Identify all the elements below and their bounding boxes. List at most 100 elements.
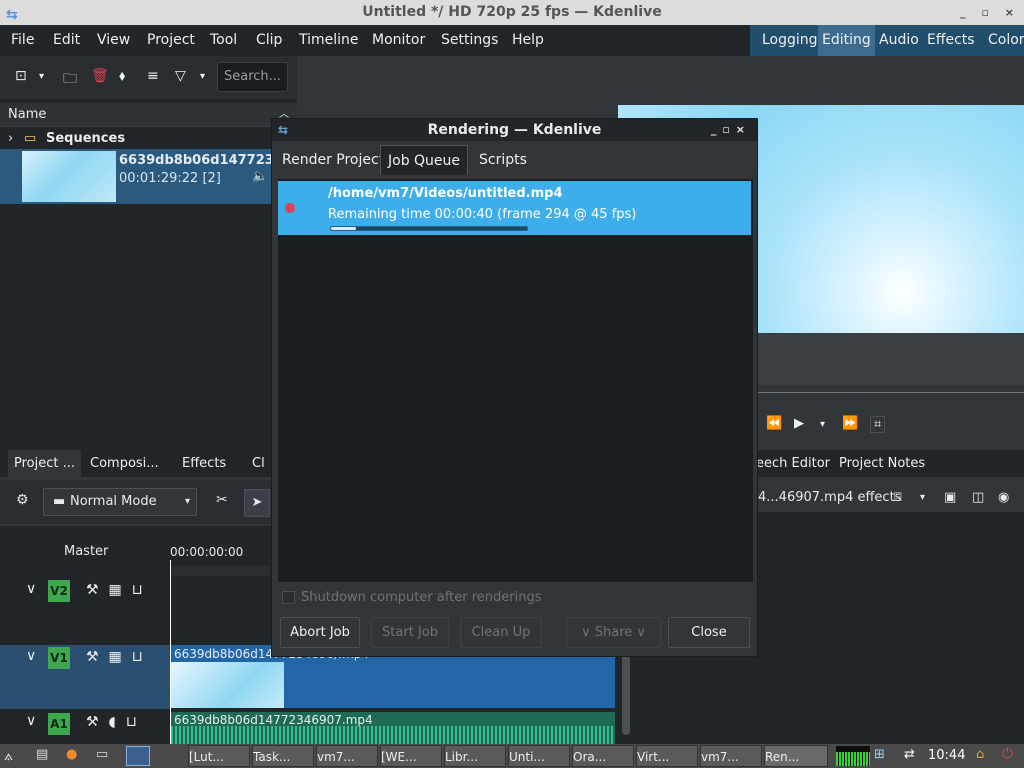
close-dialog-button[interactable]: Close (668, 617, 750, 648)
maximize-button[interactable]: ▫ (981, 6, 994, 19)
track-controls[interactable]: ⚒▦⊔ (86, 582, 153, 598)
track-label[interactable]: A1 (48, 713, 70, 735)
timeline-ruler[interactable] (170, 566, 270, 576)
tab-clip[interactable]: Cl (246, 450, 271, 477)
show-desktop-icon[interactable]: ▭ (96, 747, 108, 762)
task-6[interactable]: Unti... (508, 745, 570, 767)
tab-scripts[interactable]: Scripts (472, 145, 534, 175)
network-icon[interactable]: ⊞ (874, 747, 885, 762)
tab-effects[interactable]: Effects (176, 450, 232, 477)
list-view-icon[interactable]: ≡ (147, 68, 159, 84)
workspace-switcher[interactable] (126, 746, 150, 766)
task-7[interactable]: Ora... (572, 745, 634, 767)
menu-file[interactable]: File (11, 25, 34, 56)
shutdown-checkbox[interactable]: Shutdown computer after renderings (282, 590, 542, 605)
updates-icon[interactable]: ⌂ (976, 747, 984, 762)
bin-column-header[interactable]: Name ︿ (0, 103, 297, 127)
collapse-arrow-icon[interactable]: ∨ (26, 648, 36, 664)
split-view-icon[interactable]: ◫ (972, 484, 984, 512)
tab-project-notes[interactable]: Project Notes (833, 450, 931, 477)
window-controls[interactable]: _ ▫ × (960, 0, 1020, 25)
tag-icon[interactable]: ⬧ (119, 68, 125, 84)
collapse-arrow-icon[interactable]: ∨ (26, 713, 36, 729)
track-controls[interactable]: ⚒▦⊔ (86, 649, 153, 665)
select-tool-icon[interactable]: ➤ (244, 489, 270, 517)
menu-tool[interactable]: Tool (210, 25, 237, 56)
task-5[interactable]: Libr... (444, 745, 506, 767)
task-3[interactable]: vm7... (316, 745, 378, 767)
add-clip-icon[interactable]: ⊡ (15, 68, 27, 84)
layout-effects[interactable]: Effects (927, 25, 975, 56)
timeline-playhead[interactable] (170, 560, 171, 744)
task-2[interactable]: Task... (252, 745, 314, 767)
bin-search-input[interactable]: Search... (217, 62, 288, 92)
task-4[interactable]: [WE... (380, 745, 442, 767)
delete-icon[interactable]: 🗑 (91, 68, 109, 84)
abort-job-button[interactable]: Abort Job (280, 617, 360, 648)
play-menu-icon[interactable]: ▾ (820, 419, 825, 430)
compare-icon[interactable]: ⌸ (894, 484, 902, 512)
task-1[interactable]: [Lut... (188, 745, 250, 767)
start-job-button[interactable]: Start Job (371, 617, 449, 648)
tray-app-icon[interactable]: ⇄ (904, 747, 915, 762)
clean-up-button[interactable]: Clean Up (460, 617, 542, 648)
share-label: Share (594, 625, 633, 640)
crop-icon[interactable]: ⌗ (870, 416, 886, 433)
expand-arrow-icon[interactable]: › (8, 129, 13, 149)
task-9[interactable]: vm7... (700, 745, 762, 767)
sequences-label: Sequences (46, 131, 126, 146)
track-label[interactable]: V2 (48, 580, 70, 602)
filter-icon[interactable]: ▽ (175, 68, 186, 84)
tab-project-bin[interactable]: Project ... (8, 450, 82, 477)
file-manager-icon[interactable]: ▤ (36, 747, 48, 762)
track-label[interactable]: V1 (48, 647, 70, 669)
menu-settings[interactable]: Settings (441, 25, 498, 56)
minimize-button[interactable]: _ (960, 6, 972, 19)
collapse-arrow-icon[interactable]: ∨ (26, 581, 36, 597)
menu-monitor[interactable]: Monitor (372, 25, 425, 56)
dialog-titlebar[interactable]: ⇆ Rendering — Kdenlive _▫× (272, 119, 757, 141)
close-button[interactable]: × (1005, 6, 1020, 19)
fast-forward-icon[interactable]: ⏩ (842, 416, 858, 431)
share-button[interactable]: ∨ Share ∨ (566, 617, 661, 648)
edit-mode-select[interactable]: ▬ Normal Mode ▾ (43, 488, 197, 516)
track-v1: ∨ V1 ⚒▦⊔ (0, 645, 170, 709)
menu-edit[interactable]: Edit (53, 25, 80, 56)
tab-speech-editor[interactable]: eech Editor (750, 450, 836, 477)
save-icon[interactable]: ▣ (944, 484, 956, 512)
track-controls[interactable]: ⚒◖⊔ (86, 714, 147, 730)
firefox-icon[interactable]: ● (66, 747, 77, 762)
menu-help[interactable]: Help (512, 25, 544, 56)
timeline-settings-icon[interactable]: ⚙ (16, 492, 29, 508)
add-clip-menu-icon[interactable]: ▾ (39, 71, 44, 82)
menu-clip[interactable]: Clip (256, 25, 282, 56)
layout-audio[interactable]: Audio (879, 25, 919, 56)
layout-editing[interactable]: Editing (818, 25, 875, 56)
layout-color[interactable]: Color (988, 25, 1024, 56)
monitor-ruler[interactable] (758, 392, 1024, 404)
dialog-window-controls[interactable]: _▫× (711, 119, 751, 141)
checkbox-box[interactable] (282, 591, 295, 604)
task-10[interactable]: Ren... (764, 745, 828, 767)
render-job-item[interactable]: /home/vm7/Videos/untitled.mp4 Remaining … (278, 181, 751, 235)
menu-timeline[interactable]: Timeline (299, 25, 359, 56)
razor-icon[interactable]: ✂ (216, 492, 228, 508)
tab-compositions[interactable]: Composi... (84, 450, 165, 477)
task-8[interactable]: Virt... (636, 745, 698, 767)
sequences-folder-row[interactable]: › ▭ Sequences (0, 129, 297, 149)
add-folder-icon[interactable]: 🗀 (63, 68, 77, 92)
filter-menu-icon[interactable]: ▾ (200, 71, 205, 82)
start-menu-icon[interactable]: ⟑ (4, 746, 13, 764)
eye-icon[interactable]: ◉ (998, 484, 1009, 512)
bin-clip-row[interactable]: 6639db8b06d147723469 00:01:29:22 [2] 🔈 (0, 149, 301, 204)
power-icon[interactable]: ⏻ (1002, 746, 1013, 762)
menu-view[interactable]: View (97, 25, 130, 56)
dropdown-icon[interactable]: ▾ (920, 484, 925, 512)
rewind-icon[interactable]: ⏪ (766, 416, 782, 431)
layout-logging[interactable]: Logging (762, 25, 818, 56)
menu-project[interactable]: Project (147, 25, 195, 56)
clock[interactable]: 10:44 (928, 744, 965, 768)
tab-job-queue[interactable]: Job Queue (380, 145, 469, 175)
tab-render-project[interactable]: Render Project (275, 145, 391, 175)
play-icon[interactable]: ▶ (794, 416, 804, 431)
